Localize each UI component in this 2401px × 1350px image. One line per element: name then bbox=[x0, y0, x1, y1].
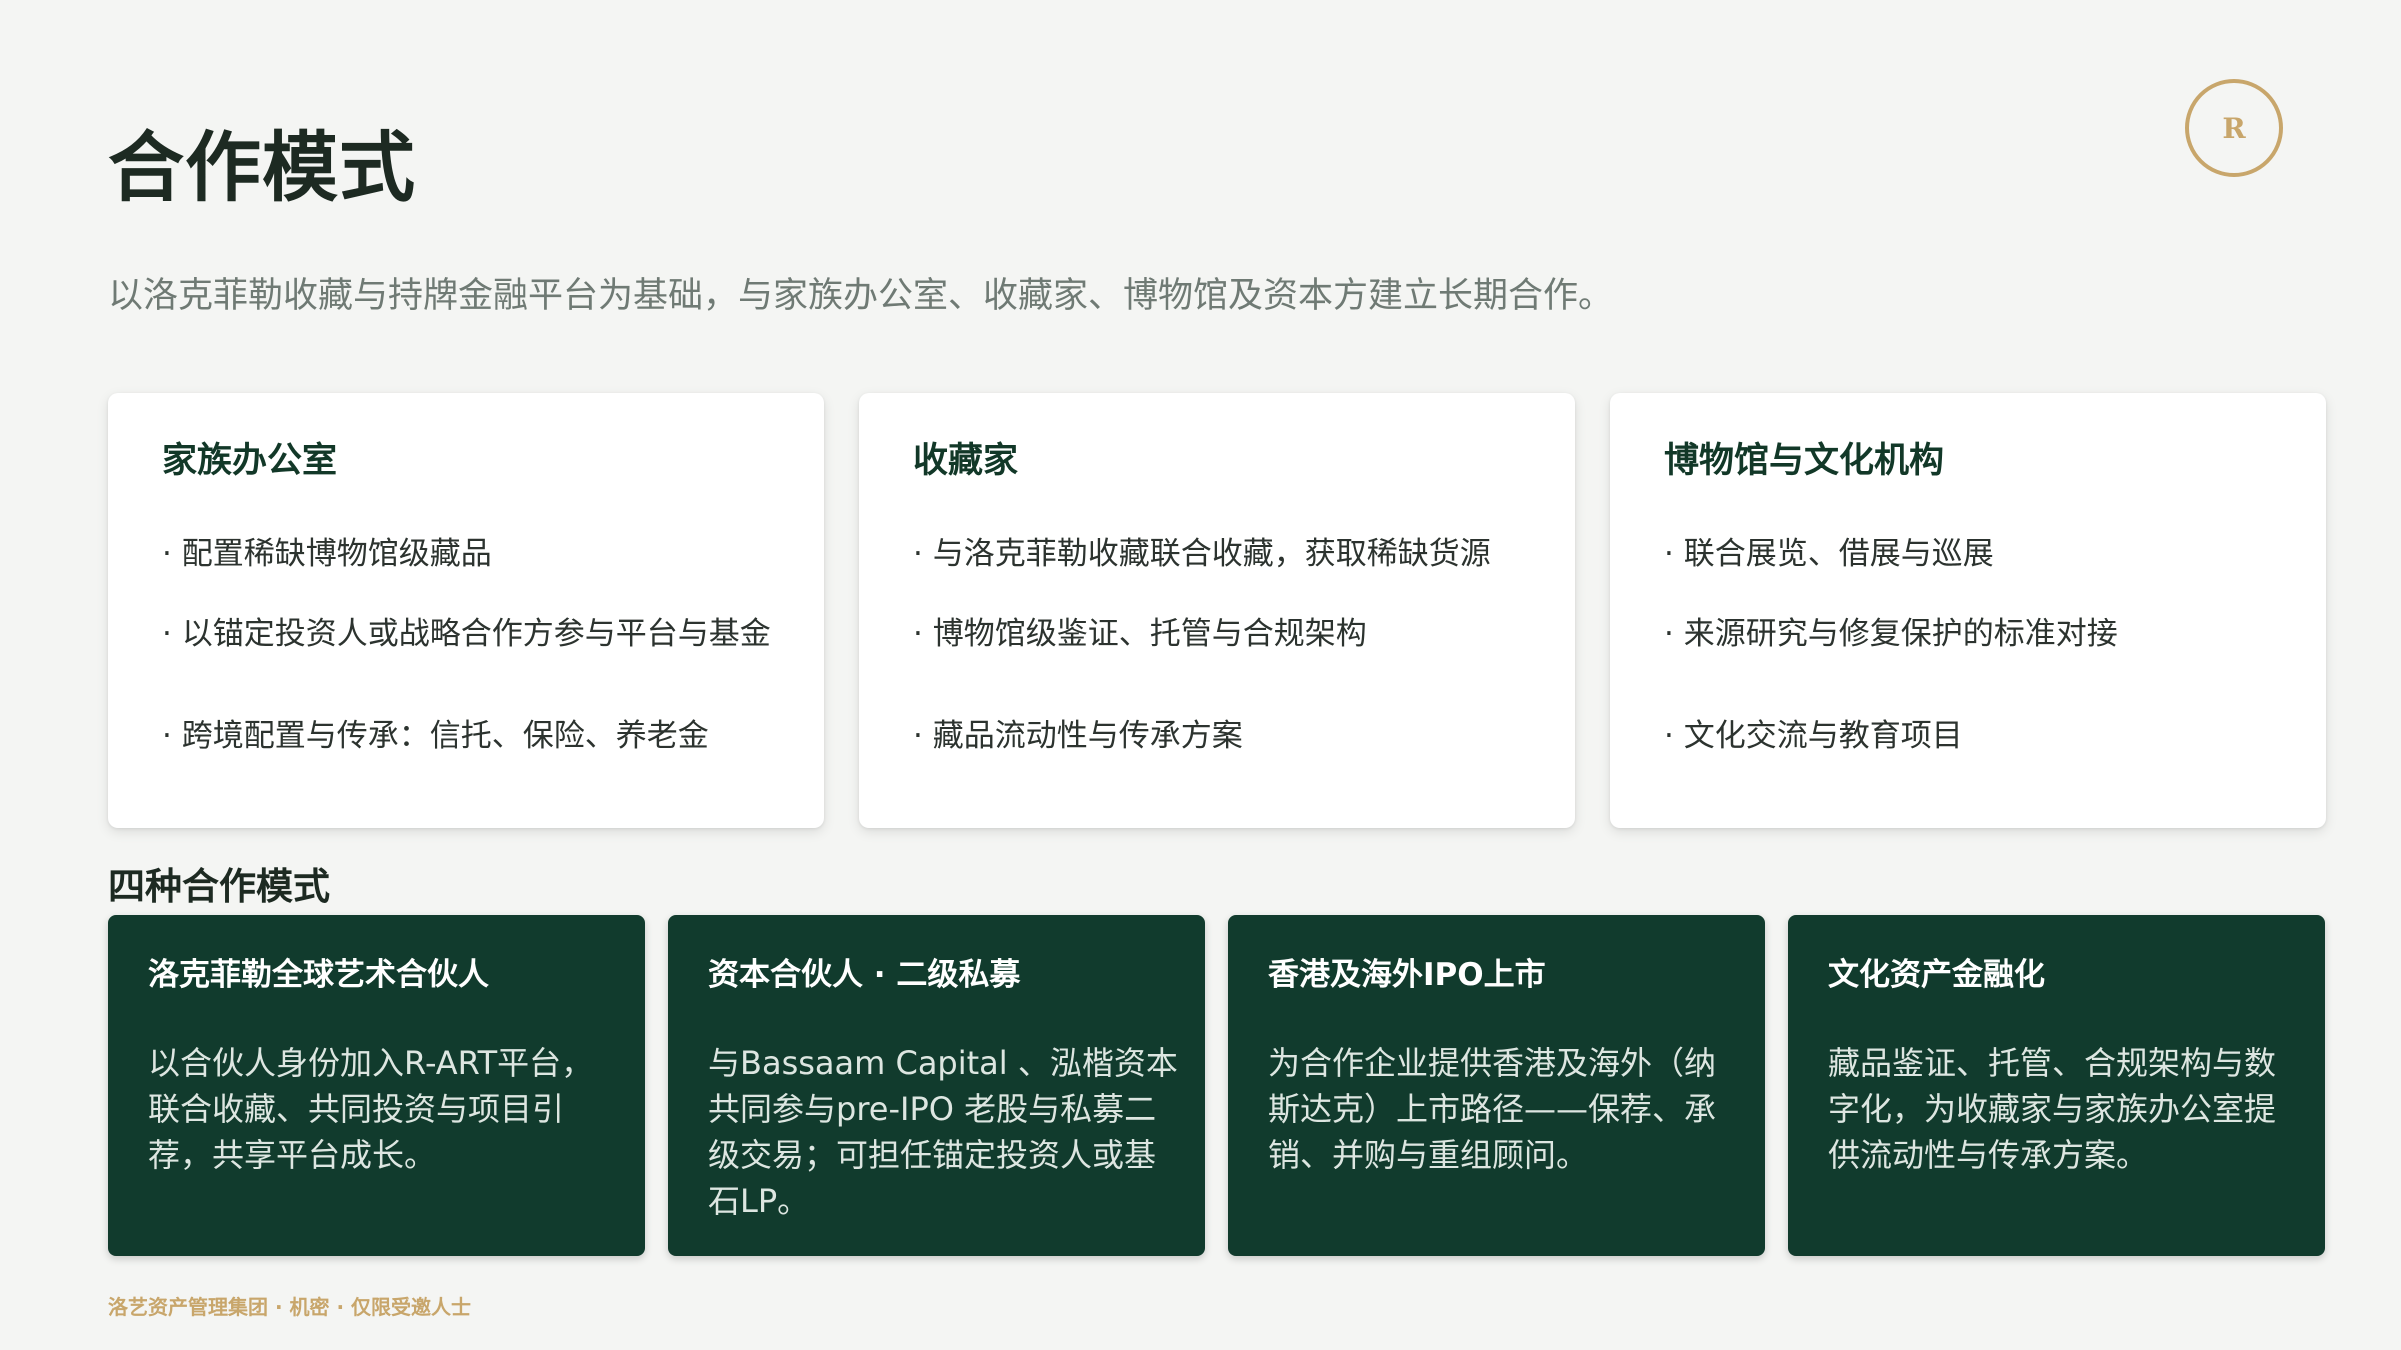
mode-card-description: 为合作企业提供香港及海外（纳斯达克）上市路径——保荐、承销、并购与重组顾问。 bbox=[1268, 1044, 1717, 1174]
audience-bullet: · 联合展览、借展与巡展 bbox=[1664, 536, 1994, 572]
mode-card-capital-partner: 资本合伙人 · 二级私募 与Bassaam Capital 、泓楷资本共同参与p… bbox=[668, 915, 1205, 1256]
page-title: 合作模式 bbox=[108, 123, 416, 212]
mode-card-description: 与Bassaam Capital 、泓楷资本共同参与pre-IPO 老股与私募二… bbox=[708, 1044, 1178, 1220]
audience-card-title: 博物馆与文化机构 bbox=[1664, 441, 1945, 481]
mode-card-ipo-listing: 香港及海外IPO上市 为合作企业提供香港及海外（纳斯达克）上市路径——保荐、承销… bbox=[1228, 915, 1765, 1256]
logo-badge: R bbox=[2185, 79, 2283, 177]
audience-bullet: · 以锚定投资人或战略合作方参与平台与基金 bbox=[162, 616, 771, 652]
audience-bullet: · 来源研究与修复保护的标准对接 bbox=[1664, 616, 2118, 652]
audience-bullet: · 藏品流动性与传承方案 bbox=[913, 718, 1243, 754]
audience-bullet: · 配置稀缺博物馆级藏品 bbox=[162, 536, 492, 572]
mode-card-description: 以合伙人身份加入R-ART平台，联合收藏、共同投资与项目引荐，共享平台成长。 bbox=[148, 1044, 594, 1174]
audience-card-title: 家族办公室 bbox=[162, 441, 338, 481]
logo-letter: R bbox=[2222, 111, 2246, 145]
mode-card-global-art-partner: 洛克菲勒全球艺术合伙人 以合伙人身份加入R-ART平台，联合收藏、共同投资与项目… bbox=[108, 915, 645, 1256]
mode-card-cultural-asset-finance: 文化资产金融化 藏品鉴证、托管、合规架构与数字化，为收藏家与家族办公室提供流动性… bbox=[1788, 915, 2325, 1256]
modes-section-heading: 四种合作模式 bbox=[108, 865, 330, 908]
audience-bullet: · 跨境配置与传承：信托、保险、养老金 bbox=[162, 718, 709, 754]
mode-card-title: 洛克菲勒全球艺术合伙人 bbox=[148, 957, 489, 993]
mode-card-title: 香港及海外IPO上市 bbox=[1268, 957, 1546, 993]
audience-card-title: 收藏家 bbox=[913, 441, 1019, 481]
footer-confidential-note: 洛艺资产管理集团 · 机密 · 仅限受邀人士 bbox=[108, 1295, 472, 1319]
audience-card-museums: 博物馆与文化机构 · 联合展览、借展与巡展 · 来源研究与修复保护的标准对接 ·… bbox=[1610, 393, 2326, 828]
audience-bullet: · 文化交流与教育项目 bbox=[1664, 718, 1963, 754]
audience-card-collectors: 收藏家 · 与洛克菲勒收藏联合收藏，获取稀缺货源 · 博物馆级鉴证、托管与合规架… bbox=[859, 393, 1575, 828]
page-subtitle: 以洛克菲勒收藏与持牌金融平台为基础，与家族办公室、收藏家、博物馆及资本方建立长期… bbox=[108, 276, 1614, 316]
mode-card-description: 藏品鉴证、托管、合规架构与数字化，为收藏家与家族办公室提供流动性与传承方案。 bbox=[1828, 1044, 2277, 1174]
audience-bullet: · 与洛克菲勒收藏联合收藏，获取稀缺货源 bbox=[913, 536, 1491, 572]
audience-card-family-office: 家族办公室 · 配置稀缺博物馆级藏品 · 以锚定投资人或战略合作方参与平台与基金… bbox=[108, 393, 824, 828]
mode-card-title: 资本合伙人 · 二级私募 bbox=[708, 957, 1021, 993]
audience-bullet: · 博物馆级鉴证、托管与合规架构 bbox=[913, 616, 1367, 652]
mode-card-title: 文化资产金融化 bbox=[1828, 957, 2045, 993]
